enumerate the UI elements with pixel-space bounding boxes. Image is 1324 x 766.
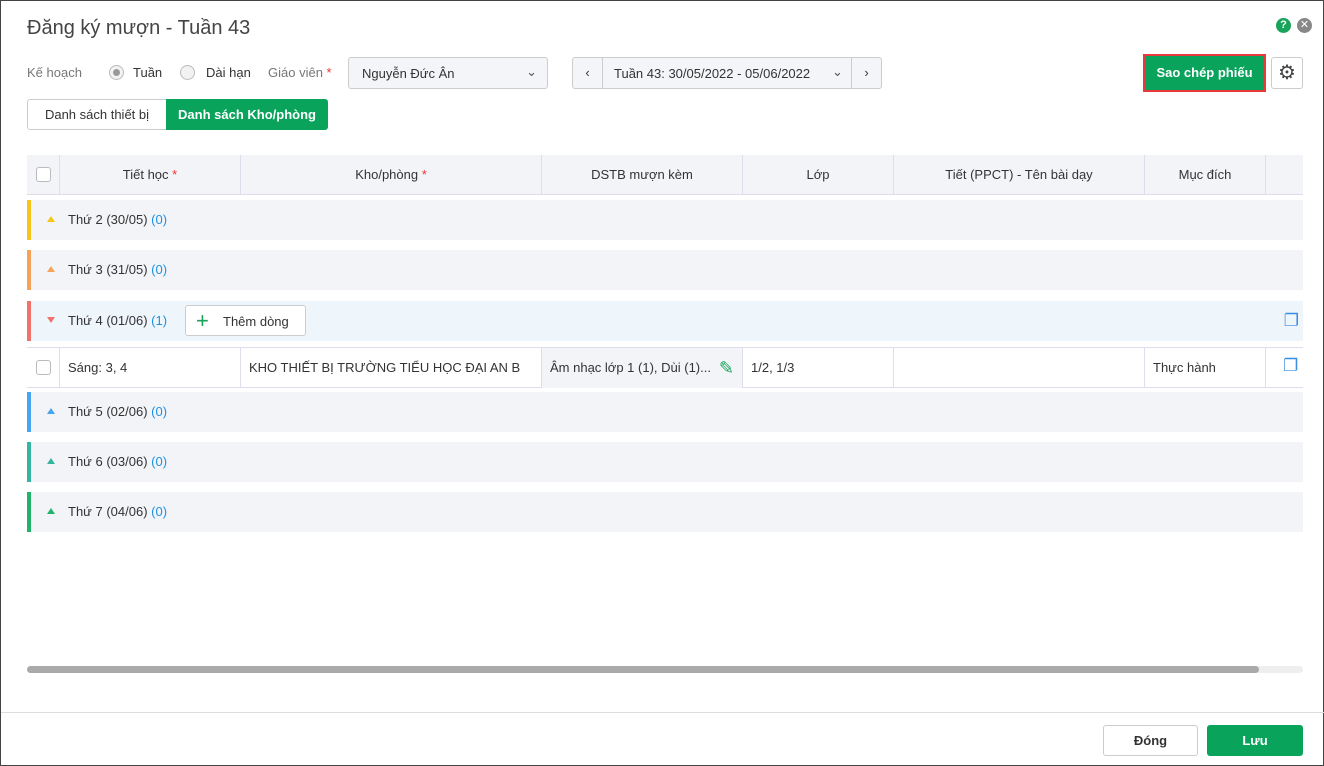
cell-class[interactable]: 1/2, 1/3 xyxy=(743,348,894,388)
group-row[interactable]: Thứ 6 (03/06) (0) xyxy=(27,442,1303,482)
radio-long-term[interactable] xyxy=(180,65,195,80)
add-row-label: Thêm dòng xyxy=(223,314,289,329)
dialog-title: Đăng ký mượn - Tuần 43 xyxy=(27,17,251,39)
horizontal-scrollbar[interactable] xyxy=(27,666,1303,673)
footer-divider xyxy=(1,712,1324,713)
collapse-triangle-icon[interactable] xyxy=(47,317,55,323)
teacher-label: Giáo viên * xyxy=(268,65,332,80)
cell-lesson[interactable] xyxy=(894,348,1145,388)
cell-room[interactable]: KHO THIẾT BỊ TRƯỜNG TIỂU HỌC ĐẠI AN B xyxy=(241,348,542,388)
week-value[interactable]: Tuần 43: 30/05/2022 - 05/06/2022 xyxy=(614,66,810,81)
chevron-down-icon: ⌄ xyxy=(526,64,537,79)
col-lesson: Tiết (PPCT) - Tên bài dạy xyxy=(894,155,1145,195)
group-row[interactable]: Thứ 5 (02/06) (0) xyxy=(27,392,1303,432)
tab-room-list[interactable]: Danh sách Kho/phòng xyxy=(166,99,328,130)
save-button[interactable]: Lưu xyxy=(1207,725,1303,756)
group-label: Thứ 6 (03/06) (0) xyxy=(68,454,168,469)
row-checkbox[interactable] xyxy=(36,360,51,375)
expand-triangle-icon[interactable] xyxy=(47,458,55,464)
group-label: Thứ 2 (30/05) (0) xyxy=(68,212,168,227)
copy-group-icon[interactable]: ❐ xyxy=(1284,311,1299,331)
cell-period[interactable]: Sáng: 3, 4 xyxy=(60,348,241,388)
chevron-down-icon[interactable]: ⌄ xyxy=(832,64,843,80)
next-week-button[interactable]: › xyxy=(851,58,881,88)
group-row[interactable]: Thứ 7 (04/06) (0) xyxy=(27,492,1303,532)
expand-triangle-icon[interactable] xyxy=(47,508,55,514)
prev-week-button[interactable]: ‹ xyxy=(573,58,603,88)
col-class: Lớp xyxy=(743,155,894,195)
group-label: Thứ 5 (02/06) (0) xyxy=(68,404,168,419)
scrollbar-thumb[interactable] xyxy=(27,666,1259,673)
table-row[interactable]: Sáng: 3, 4 KHO THIẾT BỊ TRƯỜNG TIỂU HỌC … xyxy=(27,347,1303,388)
radio-long-term-label: Dài hạn xyxy=(206,65,251,80)
expand-triangle-icon[interactable] xyxy=(47,216,55,222)
col-equipment: DSTB mượn kèm xyxy=(542,155,743,195)
tab-equipment-list[interactable]: Danh sách thiết bị xyxy=(27,99,167,130)
teacher-value: Nguyễn Đức Ân xyxy=(362,66,455,81)
select-all-checkbox[interactable] xyxy=(36,167,51,182)
group-row[interactable]: Thứ 2 (30/05) (0) xyxy=(27,200,1303,240)
copy-row-icon[interactable]: ❐ xyxy=(1283,356,1298,376)
help-icon[interactable]: ? xyxy=(1276,18,1291,33)
col-purpose: Mục đích xyxy=(1145,155,1266,195)
col-room: Kho/phòng * xyxy=(241,155,542,195)
radio-week[interactable] xyxy=(109,65,124,80)
expand-triangle-icon[interactable] xyxy=(47,408,55,414)
group-label: Thứ 7 (04/06) (0) xyxy=(68,504,168,519)
close-button[interactable]: Đóng xyxy=(1103,725,1198,756)
add-row-button[interactable]: + Thêm dòng xyxy=(185,305,306,336)
cell-purpose[interactable]: Thực hành xyxy=(1145,348,1266,388)
expand-triangle-icon[interactable] xyxy=(47,266,55,272)
col-period: Tiết học * xyxy=(60,155,241,195)
cell-equipment[interactable]: Âm nhạc lớp 1 (1), Dùi (1)... ✎ xyxy=(542,348,743,388)
close-icon[interactable]: ✕ xyxy=(1297,18,1312,33)
week-picker: ‹ Tuần 43: 30/05/2022 - 05/06/2022 ⌄ › xyxy=(572,57,882,89)
table-header: Tiết học * Kho/phòng * DSTB mượn kèm Lớp… xyxy=(27,155,1303,195)
group-label: Thứ 4 (01/06) (1) xyxy=(68,313,168,328)
group-row[interactable]: Thứ 4 (01/06) (1) + Thêm dòng ❐ xyxy=(27,301,1303,341)
copy-form-button[interactable]: Sao chép phiếu xyxy=(1143,54,1266,92)
group-label: Thứ 3 (31/05) (0) xyxy=(68,262,168,277)
plan-label: Kế hoạch xyxy=(27,65,82,80)
radio-week-label: Tuần xyxy=(133,65,163,80)
settings-gear-icon[interactable]: ⚙ xyxy=(1271,57,1303,89)
plus-icon: + xyxy=(196,308,209,333)
group-row[interactable]: Thứ 3 (31/05) (0) xyxy=(27,250,1303,290)
edit-pencil-icon[interactable]: ✎ xyxy=(719,348,734,388)
teacher-select[interactable]: Nguyễn Đức Ân ⌄ xyxy=(348,57,548,89)
